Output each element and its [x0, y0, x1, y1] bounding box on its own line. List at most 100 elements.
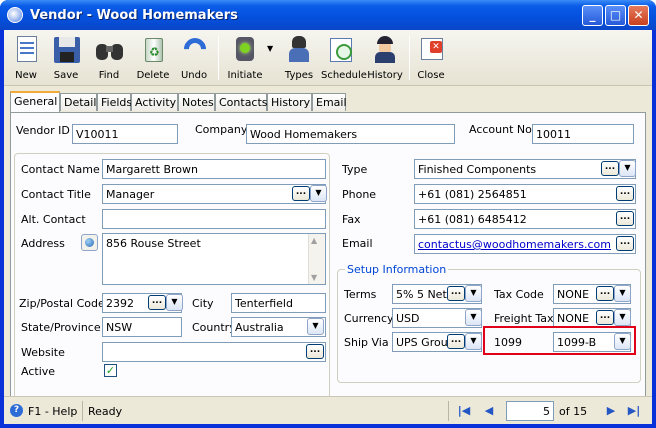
freight-tax-lookup-button[interactable]: ...: [596, 310, 614, 325]
tab-email[interactable]: Email: [312, 93, 347, 111]
active-label: Active: [21, 365, 56, 378]
record-number-field[interactable]: 5: [506, 401, 554, 421]
city-field[interactable]: Tenterfield: [231, 293, 326, 313]
company-label: Company: [195, 123, 248, 136]
window: Vendor - Wood Homemakers _ □ ✕ New Save …: [0, 0, 656, 428]
ship-via-dropdown-icon[interactable]: ▼: [465, 333, 482, 350]
floppy-disk-icon: [51, 34, 81, 64]
fax-button[interactable]: ...: [616, 211, 634, 226]
currency-dropdown-icon[interactable]: ▼: [465, 309, 482, 326]
globe-map-button[interactable]: [81, 234, 98, 251]
setup-information-title: Setup Information: [345, 263, 449, 276]
tab-fields[interactable]: Fields: [97, 93, 132, 111]
tab-contacts[interactable]: Contacts: [215, 93, 268, 111]
address-scrollbar[interactable]: ▲ ▼: [308, 234, 325, 284]
zip-dropdown-icon[interactable]: ▼: [166, 294, 183, 311]
contact-title-lookup-button[interactable]: ...: [292, 186, 310, 201]
alt-contact-field[interactable]: [102, 209, 326, 229]
undo-arrow-icon: [179, 33, 211, 65]
schedule-button[interactable]: Schedule: [321, 34, 367, 84]
phone-dial-button[interactable]: ...: [616, 186, 634, 201]
history-person-icon: [370, 34, 400, 64]
scroll-down-icon[interactable]: ▼: [311, 273, 317, 282]
email-field[interactable]: contactus@woodhomemakers.com: [414, 234, 636, 254]
phone-field[interactable]: +61 (081) 2564851: [414, 184, 636, 204]
first-record-icon[interactable]: |◀: [456, 403, 472, 419]
form-1099-dropdown-icon[interactable]: ▼: [614, 333, 631, 350]
form-1099-label: 1099: [494, 336, 522, 349]
initiate-dropdown-icon[interactable]: ▼: [267, 44, 273, 53]
delete-button[interactable]: ♻ Delete: [136, 34, 170, 84]
save-button[interactable]: Save: [50, 34, 82, 84]
country-dropdown-icon[interactable]: ▼: [307, 318, 324, 335]
currency-label: Currency: [344, 312, 394, 325]
tax-code-label: Tax Code: [494, 288, 544, 301]
ship-via-lookup-button[interactable]: ...: [447, 334, 465, 349]
tab-general[interactable]: General: [10, 91, 60, 112]
schedule-calendar-icon: [326, 34, 356, 64]
next-record-icon[interactable]: ▶: [603, 403, 619, 419]
record-count-label: of 15: [559, 405, 588, 418]
address-label: Address: [21, 237, 65, 250]
close-window-button[interactable]: ✕: [628, 5, 649, 26]
account-no-field[interactable]: 10011: [532, 124, 634, 144]
initiate-button[interactable]: Initiate: [224, 34, 266, 84]
account-no-label: Account No: [469, 123, 532, 136]
vendor-id-field[interactable]: V10011: [72, 124, 178, 144]
fax-field[interactable]: +61 (081) 6485412: [414, 209, 636, 229]
new-button[interactable]: New: [10, 34, 42, 84]
status-separator: [82, 401, 83, 421]
title-bar[interactable]: Vendor - Wood Homemakers _ □ ✕: [0, 0, 656, 30]
fax-label: Fax: [342, 213, 361, 226]
history-button[interactable]: History: [367, 34, 403, 84]
freight-tax-dropdown-icon[interactable]: ▼: [614, 309, 631, 326]
tax-code-dropdown-icon[interactable]: ▼: [614, 285, 631, 302]
type-label: Type: [342, 163, 368, 176]
general-panel: Vendor ID V10011 Company Wood Homemakers…: [10, 112, 646, 416]
city-label: City: [192, 297, 214, 310]
website-label: Website: [21, 346, 65, 359]
type-dropdown-icon[interactable]: ▼: [619, 160, 636, 177]
undo-button[interactable]: Undo: [178, 33, 211, 84]
previous-record-icon[interactable]: ◀: [481, 403, 497, 419]
terms-dropdown-icon[interactable]: ▼: [465, 285, 482, 302]
close-button[interactable]: ✕ Close: [414, 34, 448, 84]
contact-title-label: Contact Title: [21, 188, 91, 201]
country-label: Country: [192, 321, 236, 334]
scroll-up-icon[interactable]: ▲: [311, 236, 317, 245]
email-send-button[interactable]: ...: [616, 236, 634, 251]
tab-notes[interactable]: Notes: [178, 93, 215, 111]
status-text: Ready: [88, 405, 123, 418]
freight-tax-label: Freight Tax: [494, 312, 554, 325]
maximize-button[interactable]: □: [605, 5, 626, 26]
types-button[interactable]: Types: [282, 34, 316, 84]
contact-name-field[interactable]: Margarett Brown: [102, 159, 326, 179]
contact-name-label: Contact Name: [21, 163, 100, 176]
active-checkbox[interactable]: ✓: [104, 364, 117, 377]
last-record-icon[interactable]: ▶|: [626, 403, 642, 419]
help-label[interactable]: F1 - Help: [28, 405, 77, 418]
zip-lookup-button[interactable]: ...: [148, 295, 166, 310]
address-field[interactable]: 856 Rouse Street: [102, 233, 326, 285]
state-field[interactable]: NSW: [102, 317, 182, 337]
traffic-light-icon: [230, 34, 260, 64]
website-field[interactable]: [102, 342, 326, 362]
tab-history[interactable]: History: [267, 93, 312, 111]
help-icon[interactable]: ?: [10, 404, 23, 417]
globe-icon: [85, 238, 94, 247]
website-open-button[interactable]: ...: [306, 344, 324, 359]
type-lookup-button[interactable]: ...: [601, 161, 619, 176]
tax-code-lookup-button[interactable]: ...: [596, 286, 614, 301]
toolbar: New Save Find ♻ Delete Undo Initiate ▼ T…: [4, 30, 652, 86]
toolbar-separator: [409, 36, 410, 80]
minimize-button[interactable]: _: [582, 5, 603, 26]
find-button[interactable]: Find: [92, 34, 126, 84]
tab-detail[interactable]: Detail: [60, 93, 97, 111]
alt-contact-label: Alt. Contact: [21, 213, 86, 226]
company-field[interactable]: Wood Homemakers: [246, 124, 455, 144]
window-title: Vendor - Wood Homemakers: [30, 8, 238, 23]
contact-title-dropdown-icon[interactable]: ▼: [310, 185, 327, 202]
terms-lookup-button[interactable]: ...: [447, 286, 465, 301]
tab-activity[interactable]: Activity: [131, 93, 178, 111]
close-form-icon: ✕: [416, 34, 446, 64]
